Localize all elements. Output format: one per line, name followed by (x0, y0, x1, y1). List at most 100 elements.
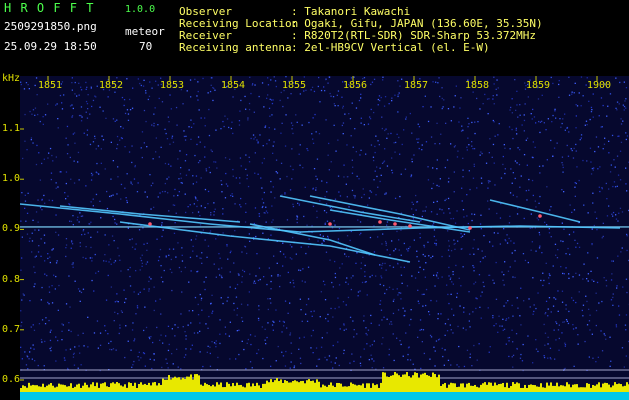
noise-dot (307, 298, 310, 300)
noise-dot (448, 275, 450, 277)
noise-dot (575, 143, 577, 146)
noise-dot (512, 172, 514, 174)
noise-dot (334, 198, 337, 200)
histogram-bar (576, 384, 578, 392)
noise-dot (24, 194, 26, 196)
noise-dot (296, 221, 298, 224)
histogram-bar (248, 382, 250, 392)
noise-dot (254, 152, 256, 154)
noise-dot (447, 359, 450, 361)
noise-dot (483, 235, 485, 237)
noise-dot (575, 272, 577, 274)
noise-dot (100, 162, 102, 164)
noise-dot (52, 160, 54, 162)
noise-dot (32, 324, 34, 326)
noise-dot (292, 203, 294, 205)
noise-dot (358, 99, 361, 102)
noise-dot (49, 261, 51, 264)
noise-dot (139, 82, 141, 85)
noise-dot (556, 142, 558, 144)
noise-dot (229, 321, 231, 323)
noise-dot (448, 245, 450, 247)
noise-dot (504, 239, 506, 241)
histogram-bar (312, 380, 314, 392)
noise-dot (353, 329, 355, 331)
noise-dot (535, 250, 537, 252)
noise-dot (329, 92, 331, 95)
noise-dot (471, 121, 473, 124)
meteor-echo (279, 195, 421, 223)
noise-dot (360, 149, 362, 151)
noise-dot (351, 102, 353, 104)
noise-dot (34, 271, 36, 274)
noise-dot (78, 82, 80, 84)
noise-dot (183, 135, 186, 138)
noise-dot (264, 339, 266, 341)
noise-dot (200, 117, 202, 119)
noise-dot (360, 232, 362, 234)
histogram-bar (612, 385, 614, 392)
noise-dot (517, 116, 519, 118)
noise-dot (241, 340, 243, 342)
noise-dot (377, 98, 379, 101)
noise-dot (140, 84, 142, 87)
noise-dot (599, 166, 601, 168)
noise-dot (34, 360, 36, 362)
noise-dot (199, 257, 201, 259)
noise-dot (259, 278, 261, 281)
noise-dot (45, 317, 47, 319)
noise-dot (67, 195, 69, 197)
histogram-bar (230, 386, 232, 392)
noise-dot (537, 219, 540, 221)
noise-dot (379, 264, 381, 266)
noise-dot (460, 248, 462, 250)
noise-dot (313, 310, 315, 312)
noise-dot (502, 318, 504, 320)
noise-dot (99, 332, 102, 334)
noise-dot (190, 348, 192, 350)
noise-dot (184, 139, 187, 141)
noise-dot (443, 212, 445, 214)
noise-dot (408, 324, 411, 326)
noise-dot (229, 251, 231, 254)
noise-dot (453, 171, 455, 173)
noise-dot (377, 236, 379, 238)
noise-dot (587, 280, 589, 282)
histogram-bar (584, 387, 586, 392)
noise-dot (507, 300, 509, 302)
noise-dot (463, 311, 465, 313)
histogram-bar (108, 386, 110, 392)
noise-dot (289, 165, 292, 167)
noise-dot (291, 178, 293, 180)
noise-dot (275, 85, 277, 88)
noise-dot (131, 183, 133, 186)
noise-dot (271, 324, 274, 326)
noise-dot (590, 111, 593, 113)
noise-dot (65, 247, 67, 249)
noise-dot (453, 191, 455, 193)
noise-dot (115, 349, 117, 351)
noise-dot (231, 193, 233, 195)
noise-dot (130, 181, 132, 183)
noise-dot (44, 202, 46, 204)
noise-dot (326, 332, 328, 334)
noise-dot (510, 106, 512, 109)
histogram-bar (478, 387, 480, 392)
noise-dot (232, 96, 234, 98)
noise-dot (139, 291, 141, 293)
noise-dot (275, 159, 278, 161)
noise-dot (369, 345, 371, 347)
noise-dot (245, 211, 247, 213)
histogram-bar (448, 384, 450, 392)
noise-dot (266, 143, 268, 145)
noise-dot (184, 160, 187, 162)
echo-hotspot (408, 224, 412, 228)
noise-dot (78, 345, 80, 347)
noise-dot (402, 355, 404, 357)
y-unit-label: kHz (2, 73, 21, 84)
noise-dot (215, 340, 217, 342)
noise-dot (546, 224, 548, 226)
noise-dot (168, 121, 170, 123)
noise-dot (492, 98, 494, 100)
noise-dot (67, 367, 69, 370)
